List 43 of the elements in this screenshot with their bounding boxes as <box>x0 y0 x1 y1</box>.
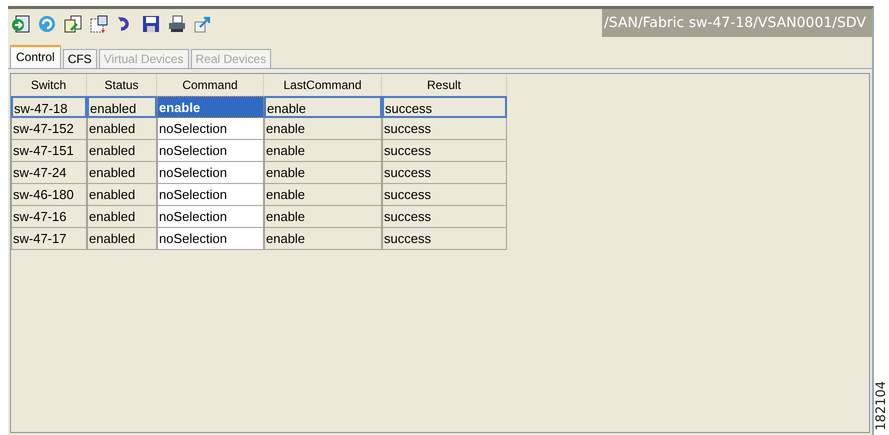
table-cell: sw-47-152 <box>11 118 87 140</box>
table-cell: enable <box>264 162 382 184</box>
table-cell[interactable]: noSelection <box>157 118 264 140</box>
table-cell[interactable]: noSelection <box>157 184 264 206</box>
table-cell: enable <box>264 118 382 140</box>
column-header[interactable]: LastCommand <box>264 74 382 96</box>
table-cell: success <box>382 228 507 250</box>
table-cell[interactable]: noSelection <box>157 228 264 250</box>
save-icon[interactable] <box>141 14 161 34</box>
table-cell: sw-47-17 <box>11 228 87 250</box>
table-cell: success <box>382 96 507 118</box>
tab[interactable]: Control <box>10 45 61 68</box>
table-cell: enable <box>264 96 382 118</box>
figure-number: 182104 <box>874 381 889 431</box>
table-cell[interactable]: noSelection <box>157 206 264 228</box>
table-cell: sw-47-16 <box>11 206 87 228</box>
column-header[interactable]: Result <box>382 74 507 96</box>
printer-icon[interactable] <box>167 14 187 34</box>
table-cell: success <box>382 140 507 162</box>
arrow-panel-icon[interactable] <box>11 14 31 34</box>
breadcrumb-path: /SAN/Fabric sw-47-18/VSAN0001/SDV <box>602 9 872 37</box>
table-cell: sw-47-18 <box>11 96 87 118</box>
table-cell: success <box>382 118 507 140</box>
table-cell[interactable]: noSelection <box>157 162 264 184</box>
table-cell[interactable]: enable <box>157 96 264 118</box>
table-cell: enable <box>264 206 382 228</box>
export-arrow-icon[interactable] <box>193 14 213 34</box>
column-header[interactable]: Status <box>87 74 157 96</box>
table-cell: sw-47-151 <box>11 140 87 162</box>
table-cell: success <box>382 184 507 206</box>
table-cell: enable <box>264 184 382 206</box>
table-cell: enabled <box>87 96 157 118</box>
table-cell: sw-46-180 <box>11 184 87 206</box>
tab[interactable]: CFS <box>62 49 97 68</box>
paste-icon[interactable] <box>89 14 109 34</box>
column-header[interactable]: Switch <box>11 74 87 96</box>
table-cell: enable <box>264 228 382 250</box>
table-cell: enable <box>264 140 382 162</box>
table-cell: success <box>382 162 507 184</box>
table-cell: success <box>382 206 507 228</box>
refresh-icon[interactable] <box>37 14 57 34</box>
table-cell[interactable]: noSelection <box>157 140 264 162</box>
table-cell: sw-47-24 <box>11 162 87 184</box>
